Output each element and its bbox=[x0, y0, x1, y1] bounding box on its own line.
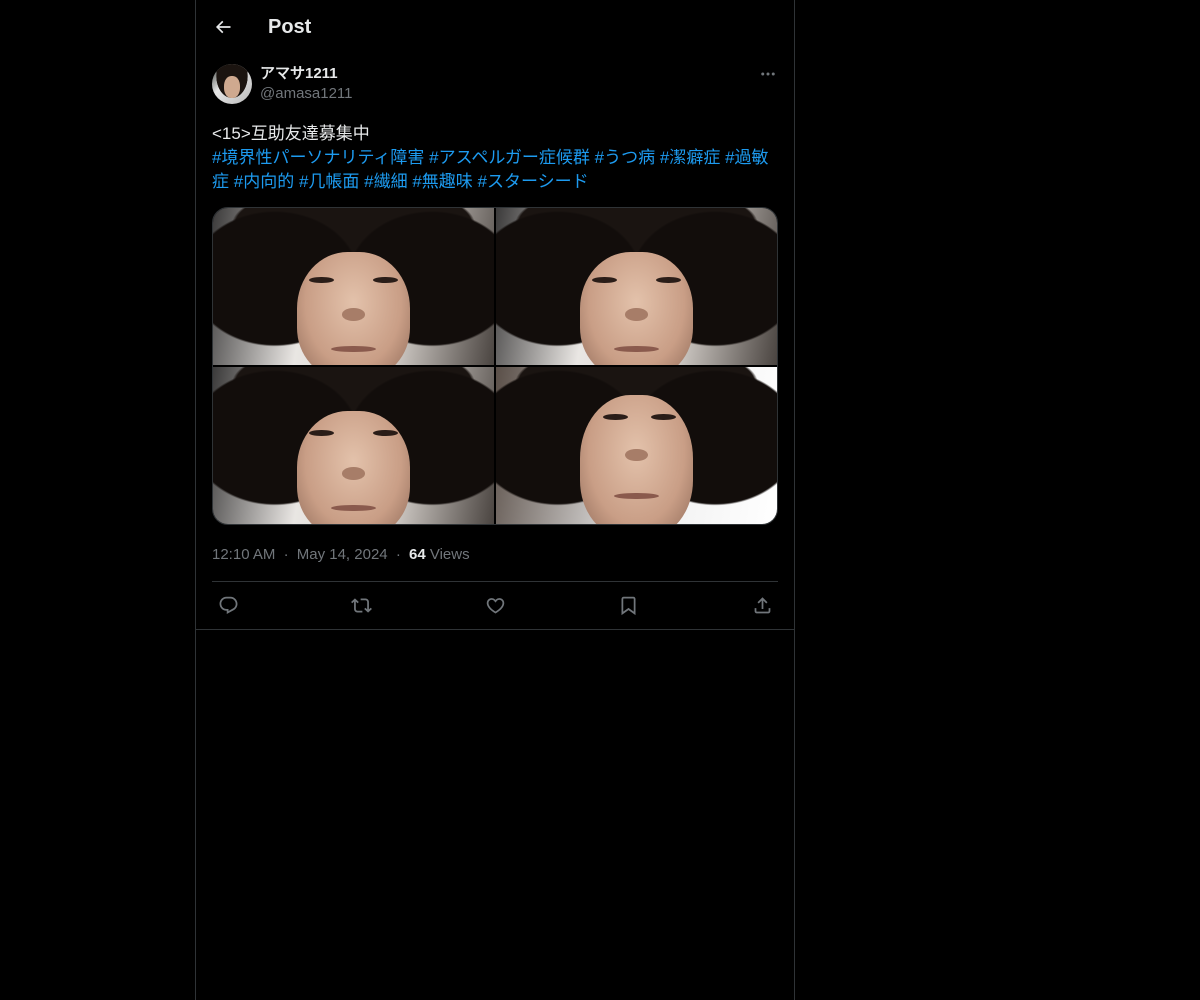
hashtag-link[interactable]: #繊細 bbox=[364, 172, 407, 191]
back-button[interactable] bbox=[212, 16, 234, 38]
more-options-button[interactable] bbox=[758, 64, 778, 84]
share-icon bbox=[754, 597, 770, 614]
avatar[interactable] bbox=[212, 64, 252, 104]
post-time[interactable]: 12:10 AM bbox=[212, 546, 275, 563]
meta-separator: · bbox=[283, 546, 289, 563]
like-icon bbox=[486, 598, 504, 614]
author-names: アマサ1211 @amasa1211 bbox=[260, 64, 353, 104]
page-title: Post bbox=[268, 15, 312, 38]
post-header: アマサ1211 @amasa1211 bbox=[212, 64, 778, 108]
reply-button[interactable] bbox=[216, 594, 240, 618]
media-photo[interactable] bbox=[496, 208, 777, 365]
repost-button[interactable] bbox=[350, 594, 374, 618]
hashtag-link[interactable]: #几帳面 bbox=[299, 172, 359, 191]
share-button[interactable] bbox=[750, 594, 774, 618]
hashtag-link[interactable]: #スターシード bbox=[478, 172, 589, 191]
media-photo[interactable] bbox=[213, 367, 494, 524]
more-horizontal-icon bbox=[761, 72, 775, 76]
reply-icon bbox=[219, 596, 237, 614]
author-display-name[interactable]: アマサ1211 bbox=[260, 64, 353, 84]
hashtag-link[interactable]: #アスペルガー症候群 bbox=[429, 148, 590, 167]
post-text-main: <15>互助友達募集中 bbox=[212, 124, 370, 143]
repost-icon bbox=[351, 598, 372, 613]
bookmark-button[interactable] bbox=[617, 594, 641, 618]
post-bottom-border bbox=[196, 629, 794, 630]
hashtag-link[interactable]: #無趣味 bbox=[412, 172, 472, 191]
media-photo[interactable] bbox=[496, 367, 777, 524]
views-count[interactable]: 64 bbox=[409, 546, 426, 563]
hashtag-link[interactable]: #内向的 bbox=[234, 172, 294, 191]
post-text: <15>互助友達募集中 #境界性パーソナリティ障害 #アスペルガー症候群 #うつ… bbox=[212, 122, 778, 194]
primary-column: Post アマサ1211 @amasa1211 <15>互助友達募集中 #境界性… bbox=[195, 0, 795, 1000]
media-grid bbox=[212, 207, 778, 525]
views-label: Views bbox=[429, 546, 470, 563]
hashtag-link[interactable]: #うつ病 bbox=[595, 148, 655, 167]
media-photo[interactable] bbox=[213, 208, 494, 365]
author-handle[interactable]: @amasa1211 bbox=[260, 84, 353, 104]
post-meta: 12:10 AM · May 14, 2024 · 64 Views bbox=[212, 545, 778, 565]
meta-separator: · bbox=[395, 546, 401, 563]
arrow-left-icon bbox=[215, 20, 231, 34]
hashtag-link[interactable]: #境界性パーソナリティ障害 bbox=[212, 148, 424, 167]
page-header: Post bbox=[196, 0, 794, 54]
like-button[interactable] bbox=[483, 594, 507, 618]
post-date[interactable]: May 14, 2024 bbox=[297, 546, 388, 563]
bookmark-icon bbox=[621, 596, 636, 616]
action-bar bbox=[212, 582, 778, 629]
hashtag-link[interactable]: #潔癖症 bbox=[660, 148, 720, 167]
post-article: アマサ1211 @amasa1211 <15>互助友達募集中 #境界性パーソナリ… bbox=[196, 54, 794, 630]
